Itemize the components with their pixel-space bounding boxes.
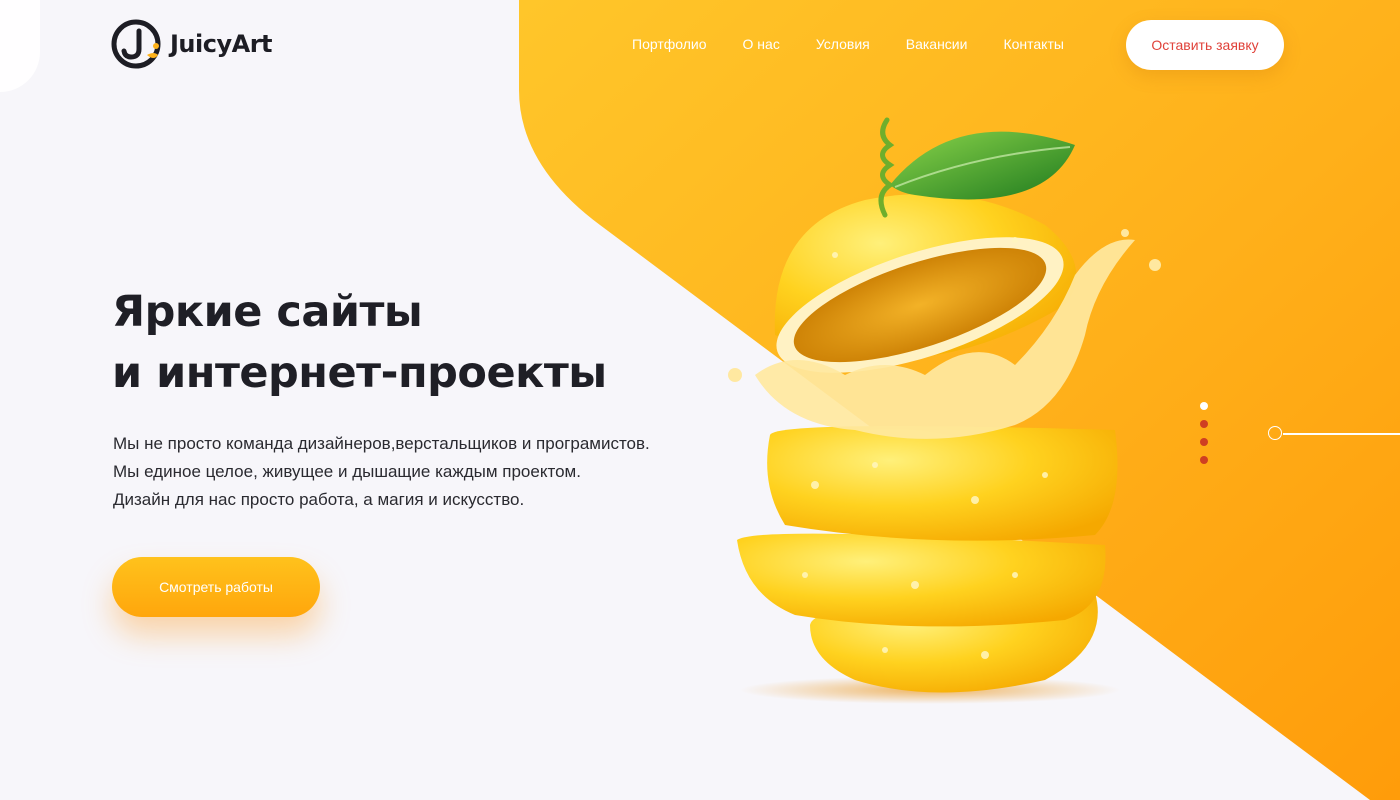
nav-item-terms[interactable]: Условия xyxy=(816,36,870,52)
hero-description-line: Дизайн для нас просто работа, а магия и … xyxy=(113,490,525,509)
juicyart-logo-icon xyxy=(111,19,161,69)
hero-description-line: Мы единое целое, живущее и дышащие кажды… xyxy=(113,462,581,481)
hero-description-line: Мы не просто команда дизайнеров,версталь… xyxy=(113,434,650,453)
leave-request-button[interactable]: Оставить заявку xyxy=(1126,20,1284,70)
circle-outline-icon xyxy=(1268,426,1282,440)
hero-title: Яркие сайты и интернет-проекты xyxy=(112,282,607,404)
hero-title-line: Яркие сайты xyxy=(112,287,423,337)
sliced-orange-juice-splash-illustration xyxy=(728,117,1161,704)
slider-dot-4[interactable] xyxy=(1200,456,1208,464)
slider-dot-3[interactable] xyxy=(1200,438,1208,446)
nav-item-about[interactable]: О нас xyxy=(743,36,780,52)
main-nav: Портфолио О нас Условия Вакансии Контакт… xyxy=(632,36,1064,52)
view-works-button[interactable]: Смотреть работы xyxy=(112,557,320,617)
slider-dot-2[interactable] xyxy=(1200,420,1208,428)
hero-title-line: и интернет-проекты xyxy=(112,348,607,398)
hero-description: Мы не просто команда дизайнеров,версталь… xyxy=(113,430,650,514)
slider-dot-1[interactable] xyxy=(1200,402,1208,410)
logo[interactable]: JuicyArt xyxy=(110,17,273,71)
nav-item-contacts[interactable]: Контакты xyxy=(1003,36,1063,52)
slider-pagination xyxy=(1200,402,1208,464)
nav-item-portfolio[interactable]: Портфолио xyxy=(632,36,707,52)
site-header: JuicyArt Портфолио О нас Условия Ваканси… xyxy=(0,0,1400,90)
logo-text: JuicyArt xyxy=(170,30,273,58)
nav-item-vacancies[interactable]: Вакансии xyxy=(906,36,968,52)
slider-progress-line xyxy=(1283,433,1400,435)
slider-progress-indicator xyxy=(1268,426,1400,442)
